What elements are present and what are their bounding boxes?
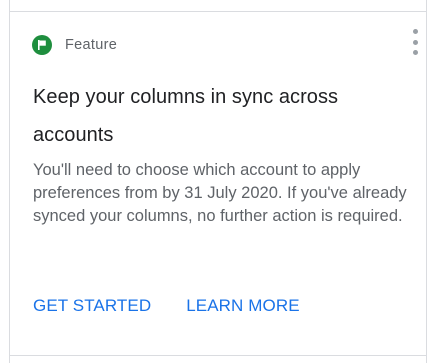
flag-icon [32,35,52,55]
get-started-button[interactable]: GET STARTED [33,296,151,316]
card-body-text: You'll need to choose which account to a… [33,161,407,225]
menu-dot [412,39,418,45]
menu-dot [412,29,418,34]
card-divider-top [9,11,427,12]
card-category-label: Feature [65,37,118,53]
menu-dot [412,50,418,55]
more-vertical-icon[interactable] [408,29,422,55]
card-actions: GET STARTED LEARN MORE [33,293,300,319]
card-divider-bottom [9,355,427,356]
card-title: Keep your columns in sync across account… [33,86,339,146]
learn-more-button[interactable]: LEARN MORE [186,296,299,316]
card-header: Feature [32,35,117,55]
